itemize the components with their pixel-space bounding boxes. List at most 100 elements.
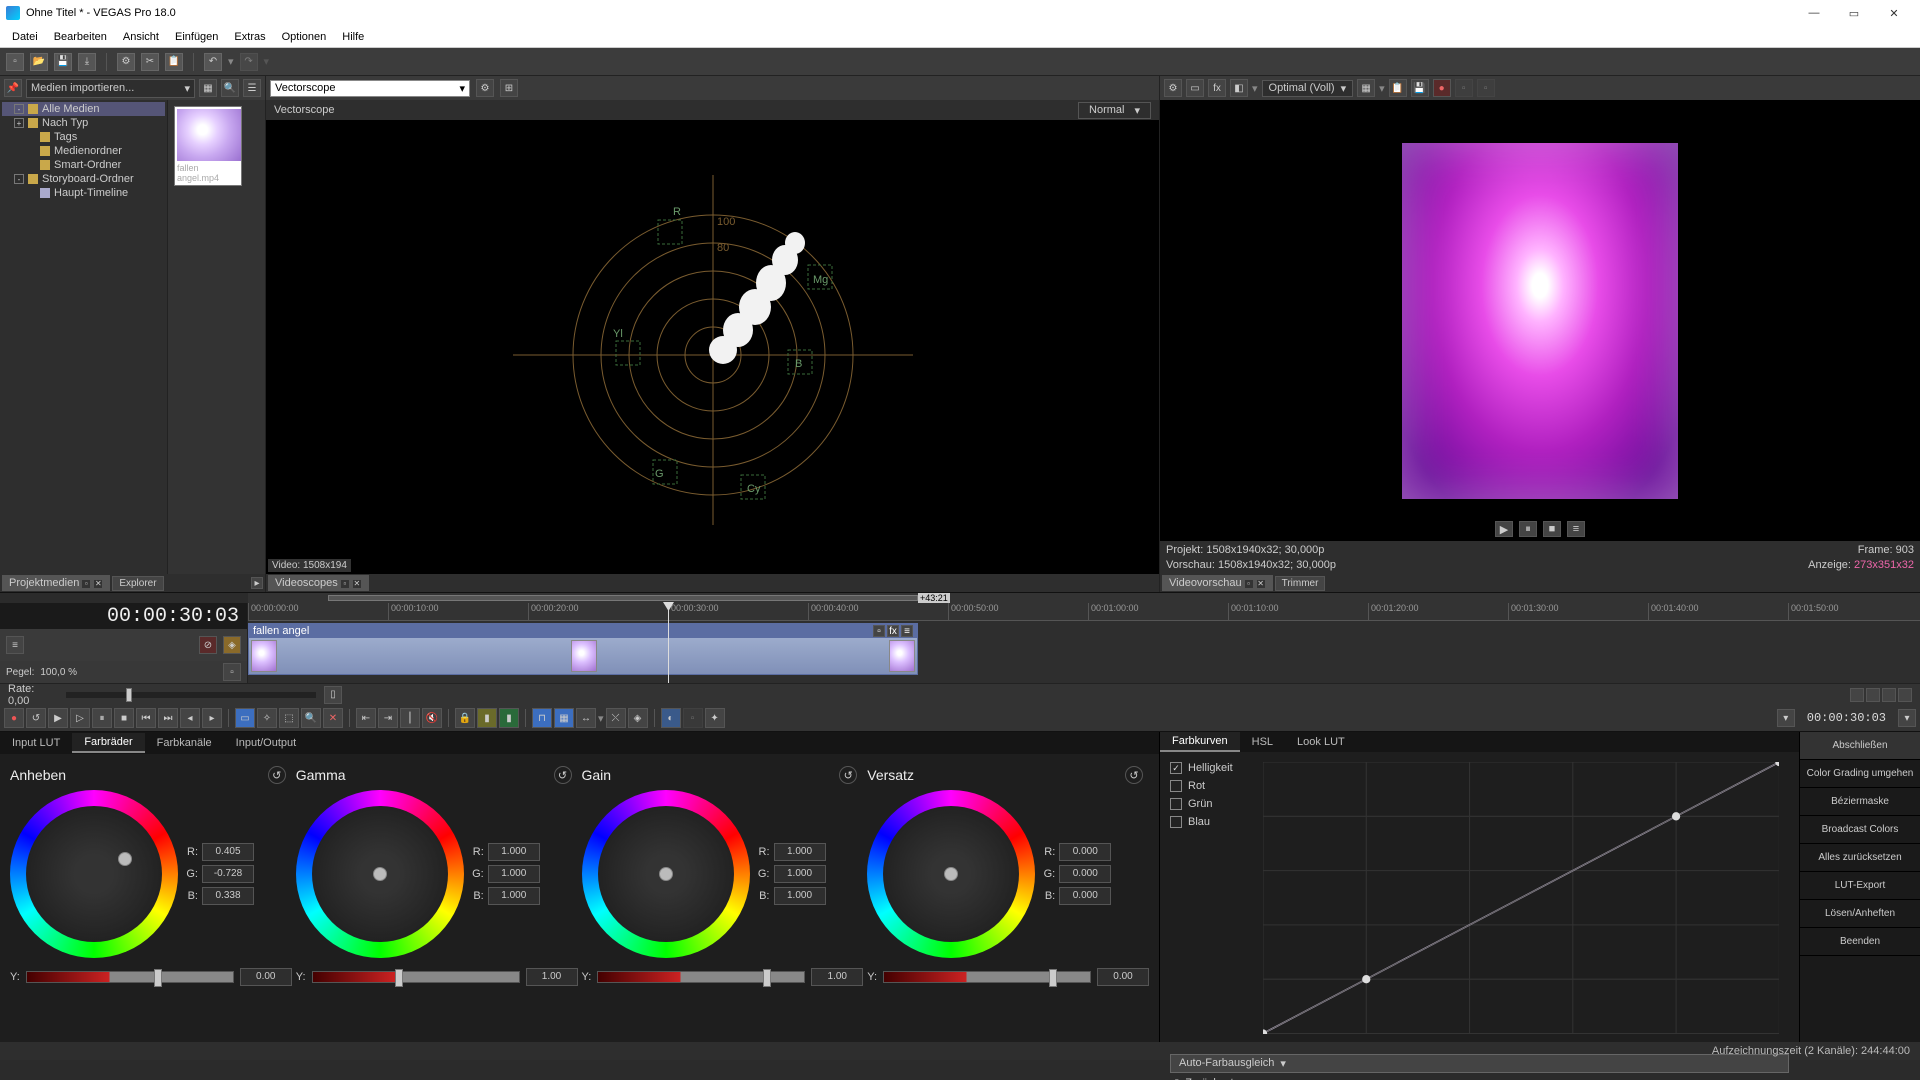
transport-timecode[interactable]: 00:00:30:03 (1797, 711, 1896, 725)
cg-mid-tab[interactable]: Farbkurven (1160, 732, 1240, 752)
normal-edit-tool[interactable]: ▭ (235, 708, 255, 728)
r-value[interactable]: 1.000 (774, 843, 826, 861)
checkbox[interactable] (1170, 780, 1182, 792)
cg-side-button[interactable]: Broadcast Colors (1800, 816, 1920, 844)
paste-icon[interactable]: 📋 (165, 53, 183, 71)
menu-einfuegen[interactable]: Einfügen (167, 29, 226, 45)
r-value[interactable]: 1.000 (488, 843, 540, 861)
properties-icon[interactable]: ⚙ (117, 53, 135, 71)
b-value[interactable]: 0.338 (202, 887, 254, 905)
scope-mode-dropdown[interactable]: Normal ▾ (1078, 102, 1151, 119)
curve-channel-row[interactable]: Blau (1170, 816, 1233, 828)
tree-expand-icon[interactable]: + (14, 118, 24, 128)
zoom-in-icon[interactable] (1898, 688, 1912, 702)
split-icon[interactable]: ◧ (1230, 79, 1248, 97)
cg-left-tab[interactable]: Farbkanäle (145, 734, 224, 752)
loop-button[interactable]: ↺ (26, 708, 46, 728)
step-back-button[interactable]: ◂ (180, 708, 200, 728)
media-thumb[interactable]: fallen angel.mp4 (174, 106, 242, 186)
color-grading-button[interactable]: ◐ (661, 708, 681, 728)
play-start-button[interactable]: ▶ (48, 708, 68, 728)
quantize-button[interactable]: ▦ (554, 708, 574, 728)
timeline-tracks[interactable]: 00:00:00:0000:00:10:0000:00:20:0000:00:3… (248, 603, 1920, 683)
tree-item[interactable]: Smart-Ordner (2, 158, 165, 172)
checkbox[interactable] (1170, 798, 1182, 810)
track-menu-icon[interactable]: ≡ (6, 636, 24, 654)
play-icon[interactable]: ▶ (1495, 521, 1513, 537)
close-button[interactable]: ✕ (1874, 0, 1914, 26)
tab-trimmer[interactable]: Trimmer (1275, 576, 1326, 591)
clip-fx-icon[interactable]: fx (887, 625, 899, 637)
cg-left-tab[interactable]: Input/Output (224, 734, 309, 752)
mute-button[interactable]: 🔇 (422, 708, 442, 728)
tree-item[interactable]: +Nach Typ (2, 116, 165, 130)
cg-left-tab[interactable]: Input LUT (0, 734, 72, 752)
preview-settings-icon[interactable]: ⚙ (1164, 79, 1182, 97)
cg-side-button[interactable]: Alles zurücksetzen (1800, 844, 1920, 872)
overview-zoom-region[interactable] (328, 595, 918, 601)
reset-icon[interactable]: ↺ (1170, 1077, 1179, 1080)
tab-float-icon[interactable]: ▫ (340, 579, 350, 589)
tab-projektmedien[interactable]: Projektmedien▫✕ (2, 575, 110, 591)
track-fx-bypass-icon[interactable]: ⊘ (199, 636, 217, 654)
event-fx-button[interactable]: ◈ (628, 708, 648, 728)
g-value[interactable]: 1.000 (488, 865, 540, 883)
cg-side-button[interactable]: Abschließen (1800, 732, 1920, 760)
y-slider[interactable] (883, 971, 1091, 983)
tree-item[interactable]: -Alle Medien (2, 102, 165, 116)
icon[interactable]: ▫ (1455, 79, 1473, 97)
snap-button[interactable]: ⊓ (532, 708, 552, 728)
color-wheel[interactable] (296, 790, 464, 958)
icon[interactable]: ▫ (683, 708, 703, 728)
y-thumb[interactable] (763, 969, 771, 987)
trim-start-button[interactable]: ⇤ (356, 708, 376, 728)
cg-side-button[interactable]: Beenden (1800, 928, 1920, 956)
tab-videoscopes[interactable]: Videoscopes▫✕ (268, 575, 369, 591)
g-value[interactable]: 0.000 (1059, 865, 1111, 883)
cg-side-button[interactable]: Color Grading umgehen (1800, 760, 1920, 788)
render-icon[interactable]: ⤓ (78, 53, 96, 71)
fx-icon[interactable]: fx (1208, 79, 1226, 97)
tree-expand-icon[interactable]: - (14, 174, 24, 184)
stop-button[interactable]: ■ (114, 708, 134, 728)
save-snapshot-icon[interactable]: 💾 (1411, 79, 1429, 97)
menu-bearbeiten[interactable]: Bearbeiten (46, 29, 115, 45)
wheel-reset-icon[interactable]: ↺ (839, 766, 857, 784)
auto-ripple-button[interactable]: ↔ (576, 708, 596, 728)
color-wheel[interactable] (582, 790, 750, 958)
stop-icon[interactable]: ■ (1543, 521, 1561, 537)
wheel-knob[interactable] (373, 867, 387, 881)
scroll-right-icon[interactable] (1866, 688, 1880, 702)
new-icon[interactable]: ▫ (6, 53, 24, 71)
y-slider[interactable] (312, 971, 520, 983)
rate-thumb[interactable] (126, 688, 132, 702)
curve-channel-row[interactable]: Rot (1170, 780, 1233, 792)
tab-close-icon[interactable]: ✕ (1256, 579, 1266, 589)
y-slider[interactable] (26, 971, 234, 983)
preview-device-icon[interactable]: ▭ (1186, 79, 1204, 97)
pause-icon[interactable]: ⏸ (1519, 521, 1537, 537)
track-settings-icon[interactable]: ▫ (223, 663, 241, 681)
r-value[interactable]: 0.000 (1059, 843, 1111, 861)
menu-ansicht[interactable]: Ansicht (115, 29, 167, 45)
wheel-reset-icon[interactable]: ↺ (268, 766, 286, 784)
wheel-knob[interactable] (118, 852, 132, 866)
color-wheel[interactable] (867, 790, 1035, 958)
scope-layout-icon[interactable]: ⊞ (500, 79, 518, 97)
undo-icon[interactable]: ↶ (204, 53, 222, 71)
tc-dropdown-icon[interactable]: ▾ (1898, 709, 1916, 727)
tree-expand-icon[interactable]: - (14, 104, 24, 114)
y-value[interactable]: 1.00 (526, 968, 578, 986)
y-thumb[interactable] (154, 969, 162, 987)
y-value[interactable]: 1.00 (811, 968, 863, 986)
r-value[interactable]: 0.405 (202, 843, 254, 861)
scope-type-dropdown[interactable]: Vectorscope ▾ (270, 80, 470, 97)
properties-icon[interactable]: ☰ (243, 79, 261, 97)
minimize-button[interactable]: — (1794, 0, 1834, 26)
cg-mid-tab[interactable]: HSL (1240, 733, 1285, 751)
track-motion-icon[interactable]: ◈ (223, 636, 241, 654)
g-value[interactable]: -0.728 (202, 865, 254, 883)
y-value[interactable]: 0.00 (240, 968, 292, 986)
icon[interactable]: ✦ (705, 708, 725, 728)
tree-item[interactable]: Tags (2, 130, 165, 144)
